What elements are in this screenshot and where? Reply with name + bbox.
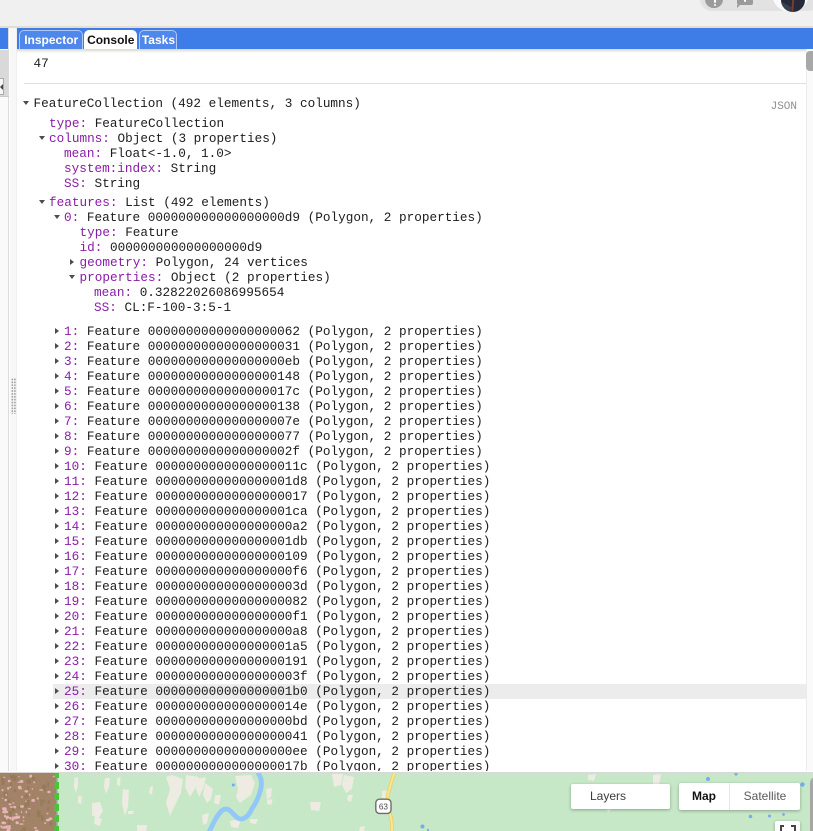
svg-text:63: 63	[379, 802, 389, 811]
